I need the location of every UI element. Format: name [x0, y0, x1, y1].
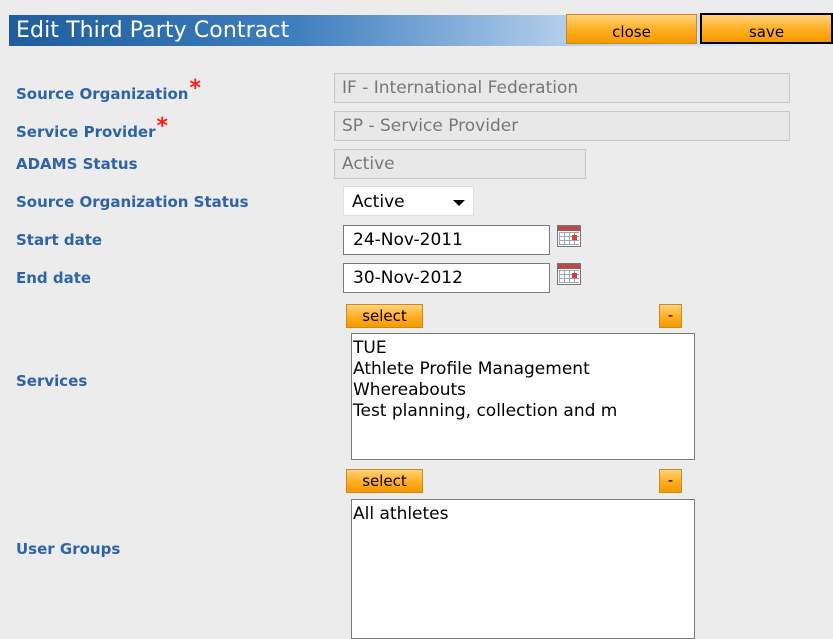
- services-select-button[interactable]: select: [346, 304, 423, 328]
- user-groups-select-button[interactable]: select: [346, 469, 423, 493]
- list-item[interactable]: Athlete Profile Management: [353, 359, 694, 380]
- services-label: Services: [16, 372, 88, 390]
- list-item[interactable]: All athletes: [353, 504, 694, 525]
- end-date-label: End date: [16, 269, 92, 287]
- source-org-status-value: Active: [352, 192, 405, 212]
- page-title: Edit Third Party Contract: [16, 18, 290, 43]
- user-groups-list[interactable]: All athletes: [351, 499, 695, 639]
- list-item[interactable]: TUE: [353, 338, 694, 359]
- required-marker: *: [189, 76, 201, 101]
- services-remove-button[interactable]: -: [659, 304, 682, 328]
- user-groups-label: User Groups: [16, 540, 121, 558]
- source-org-status-select[interactable]: Active: [343, 186, 474, 216]
- save-button[interactable]: save: [700, 13, 833, 44]
- list-item[interactable]: Test planning, collection and m: [353, 401, 694, 422]
- adams-status-label: ADAMS Status: [16, 155, 138, 173]
- source-org-status-label: Source Organization Status: [16, 193, 249, 211]
- service-provider-label: Service Provider*: [16, 114, 169, 141]
- list-item[interactable]: Whereabouts: [353, 380, 694, 401]
- calendar-icon[interactable]: [557, 225, 581, 247]
- source-org-label: Source Organization*: [16, 76, 201, 103]
- start-date-label: Start date: [16, 231, 103, 249]
- end-date-input[interactable]: 30-Nov-2012: [343, 263, 550, 293]
- adams-status-field: Active: [334, 149, 586, 179]
- required-marker: *: [156, 114, 169, 139]
- start-date-input[interactable]: 24-Nov-2011: [343, 225, 550, 255]
- service-provider-field: SP - Service Provider: [334, 111, 790, 141]
- user-groups-remove-button[interactable]: -: [659, 469, 682, 493]
- calendar-icon[interactable]: [557, 263, 581, 285]
- chevron-down-icon: [453, 200, 465, 206]
- close-button[interactable]: close: [566, 14, 697, 44]
- services-list[interactable]: TUE Athlete Profile Management Whereabou…: [351, 333, 695, 460]
- source-org-field: IF - International Federation: [334, 73, 790, 103]
